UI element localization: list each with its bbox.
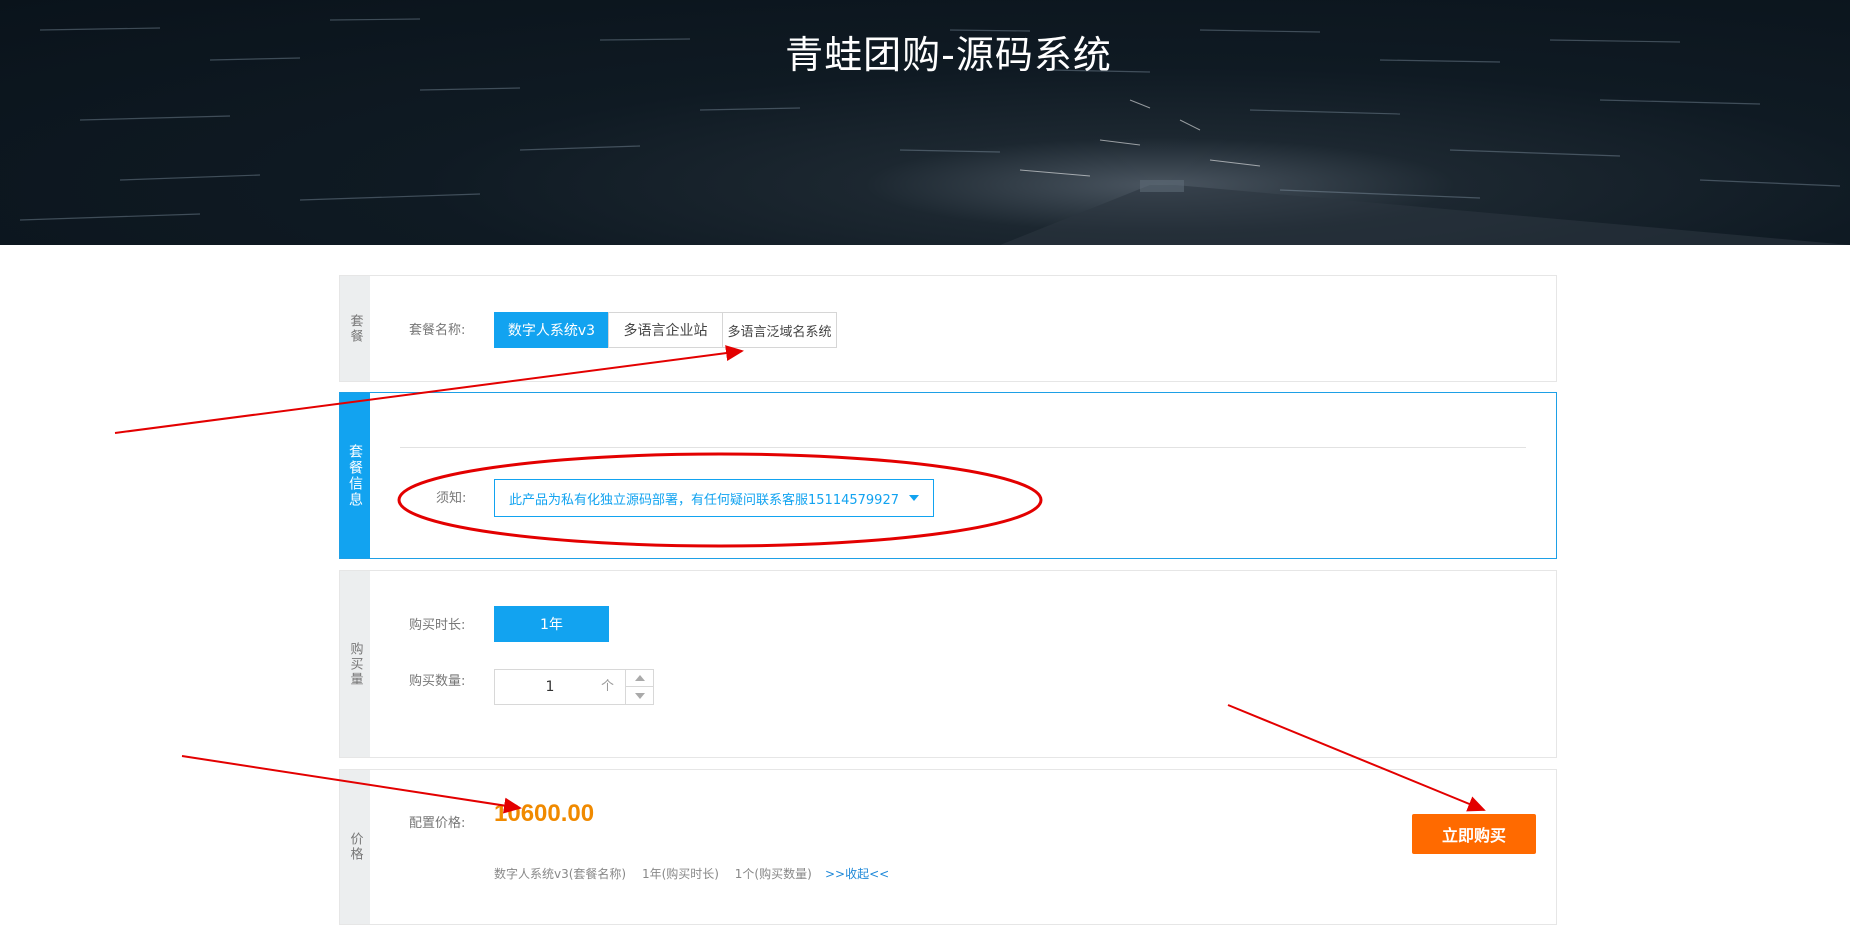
- price-panel: 价格 配置价格: 10600.00 数字人系统v3(套餐名称) 1年(购买时长)…: [339, 769, 1557, 925]
- arrow-up-icon: [634, 675, 645, 681]
- caret-down-icon: [908, 495, 919, 501]
- quantity-unit: 个: [601, 679, 615, 694]
- buy-now-button[interactable]: 立即购买: [1412, 814, 1536, 854]
- page-title: 青蛙团购-源码系统: [785, 33, 1112, 77]
- package-name-label: 套餐名称:: [409, 323, 466, 338]
- package-side-tab: 套餐: [340, 276, 370, 381]
- package-option-multilang-site[interactable]: 多语言企业站: [608, 312, 723, 348]
- order-summary: 数字人系统v3(套餐名称) 1年(购买时长) 1个(购买数量): [494, 865, 824, 882]
- quantity-label: 购买数量:: [409, 674, 466, 689]
- purchase-panel: 购买量 购买时长: 1年 购买数量: 1 个: [339, 570, 1557, 758]
- stepper-arrows: [625, 670, 653, 704]
- package-panel: 套餐 套餐名称: 数字人系统v3 多语言企业站 多语言泛域名系统: [339, 275, 1557, 382]
- notice-label: 须知:: [436, 491, 467, 506]
- price-side-tab: 价格: [340, 770, 370, 924]
- quantity-stepper: 1 个: [494, 669, 654, 705]
- quantity-input[interactable]: 1: [495, 670, 605, 704]
- decrement-button[interactable]: [626, 687, 653, 704]
- purchase-side-tab: 购买量: [340, 571, 370, 757]
- price-label: 配置价格:: [409, 816, 466, 831]
- summary-quantity: 1个(购买数量): [734, 867, 812, 881]
- notice-text: 此产品为私有化独立源码部署，有任何疑问联系客服15114579927: [509, 492, 899, 508]
- package-option-multilang-domain[interactable]: 多语言泛域名系统: [722, 312, 837, 348]
- info-divider: [400, 447, 1526, 448]
- header-banner: 青蛙团购-源码系统: [0, 0, 1850, 245]
- duration-option-1-year[interactable]: 1年: [494, 606, 609, 642]
- summary-duration: 1年(购买时长): [641, 867, 719, 881]
- notice-dropdown[interactable]: 此产品为私有化独立源码部署，有任何疑问联系客服15114579927: [494, 479, 934, 517]
- arrow-down-icon: [634, 692, 645, 699]
- summary-package: 数字人系统v3(套餐名称): [494, 867, 627, 881]
- collapse-link[interactable]: >>收起<<: [825, 865, 889, 882]
- duration-label: 购买时长:: [409, 618, 466, 633]
- package-info-panel: 套餐信息 须知: 此产品为私有化独立源码部署，有任何疑问联系客服15114579…: [339, 392, 1557, 559]
- package-info-side-tab: 套餐信息: [340, 393, 370, 558]
- package-option-digital-human[interactable]: 数字人系统v3: [494, 312, 609, 348]
- price-value: 10600.00: [494, 800, 595, 827]
- increment-button[interactable]: [626, 670, 653, 687]
